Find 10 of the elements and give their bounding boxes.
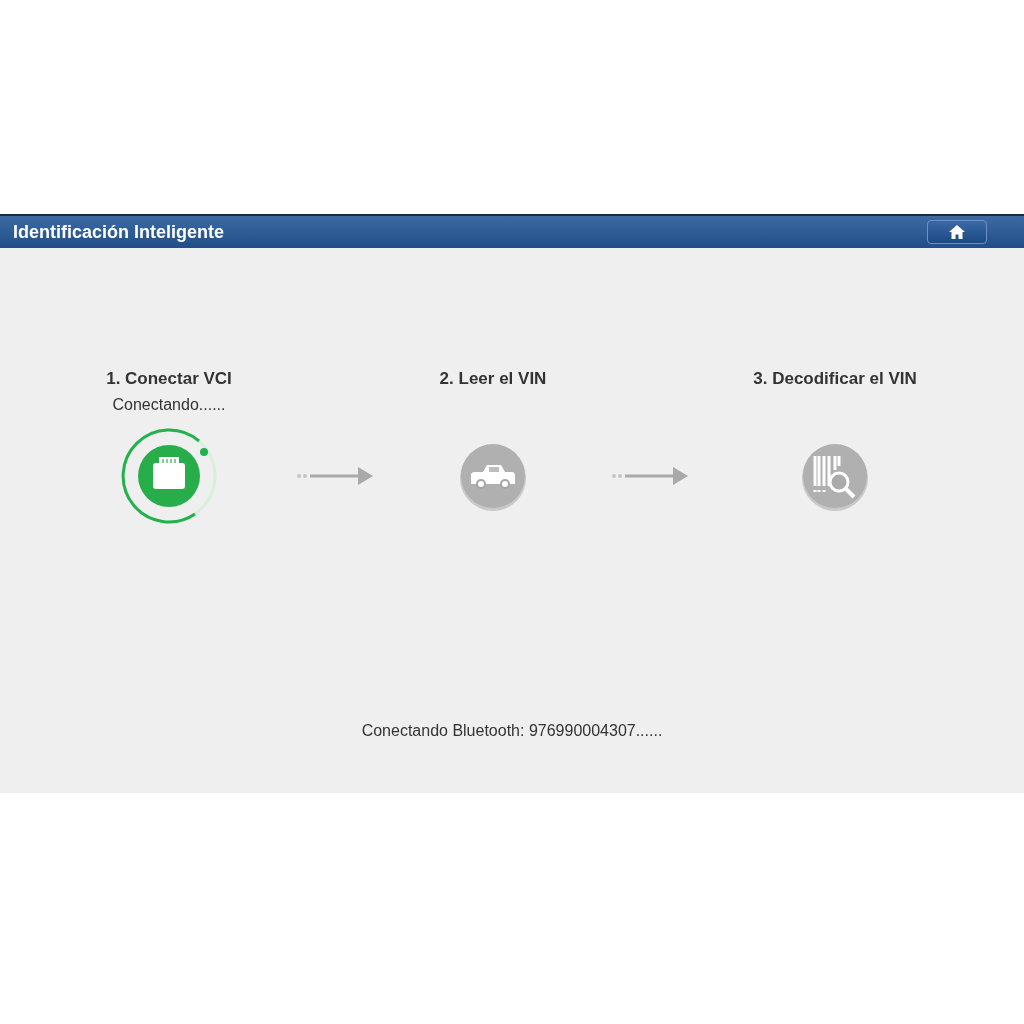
home-icon (949, 225, 965, 239)
home-button[interactable] (927, 220, 987, 244)
step-status: Conectando...... (112, 395, 226, 415)
step-title: 2. Leer el VIN (439, 369, 547, 389)
status-message: Conectando Bluetooth: 976990004307...... (361, 721, 663, 741)
step-title: 1. Conectar VCI (106, 369, 232, 389)
window-title: Identificación Inteligente (13, 220, 225, 244)
arrow-icon (612, 466, 688, 486)
step-title: 3. Decodificar el VIN (753, 369, 917, 389)
arrow-icon (297, 466, 373, 486)
